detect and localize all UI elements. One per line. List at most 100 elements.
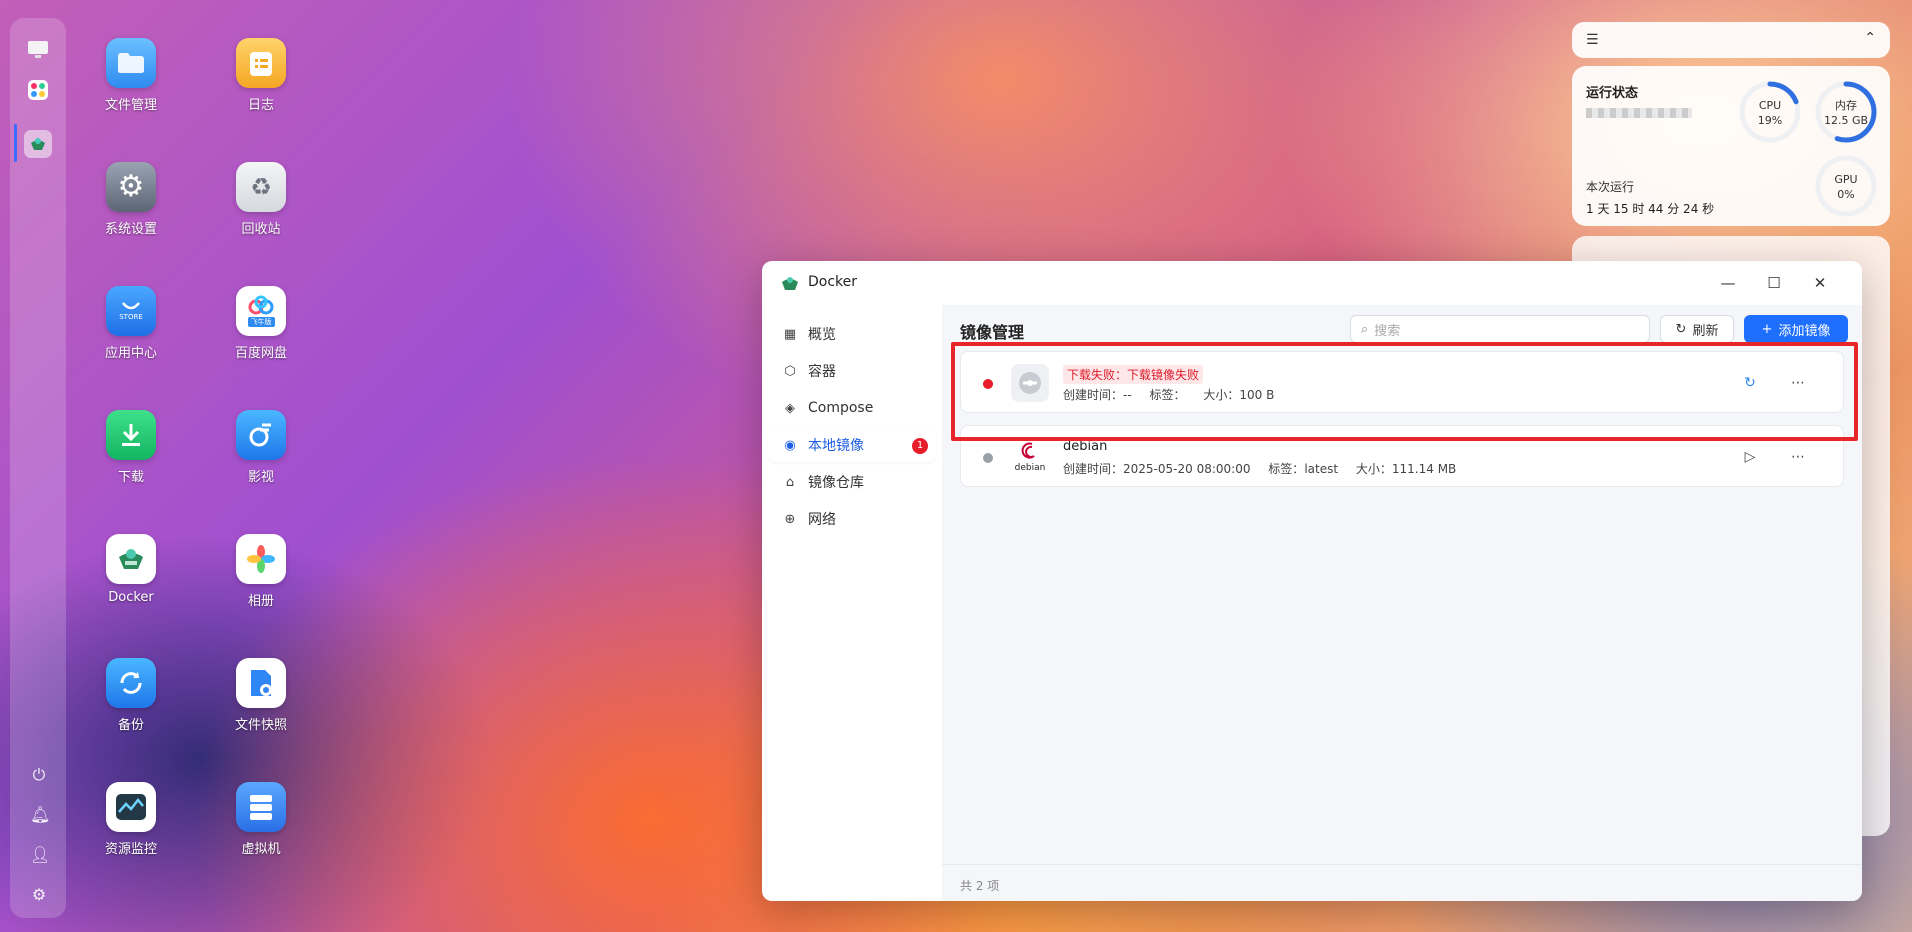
store-badge-text: STORE: [119, 313, 143, 321]
image-name: debian: [1063, 439, 1108, 454]
tag-value: latest: [1304, 462, 1339, 476]
refresh-label: 刷新: [1692, 323, 1719, 339]
window-titlebar[interactable]: Docker ✕ ☐ —: [762, 261, 1862, 305]
app-label: Docker: [108, 590, 154, 605]
dock: ⏻ 🔔︎ 👤︎ ⚙: [10, 18, 66, 918]
minimize-icon[interactable]: —: [1716, 271, 1740, 295]
created-value: --: [1123, 388, 1132, 402]
status-card: 运行状态 CPU 19% 内存 12.5 GB GPU 0% 本次运行 1 天 …: [1572, 66, 1890, 226]
retry-icon[interactable]: ↻: [1739, 372, 1761, 394]
layers-icon: ◈: [785, 400, 795, 416]
video-icon: [236, 410, 286, 460]
folder-icon: [106, 38, 156, 88]
created-value: 2025-05-20 08:00:00: [1123, 462, 1251, 476]
globe-icon: ⊕: [784, 511, 796, 527]
desktop-app-monitor[interactable]: 资源监控: [76, 782, 186, 857]
redacted-device-name: [1586, 108, 1692, 118]
tag-label: 标签：: [1268, 462, 1305, 476]
docker-dock-icon[interactable]: [24, 130, 52, 158]
nav-item-registry[interactable]: ⌂ 镜像仓库: [768, 465, 936, 499]
desktop-icon[interactable]: [24, 36, 52, 64]
dock-active-indicator: [14, 124, 17, 162]
plus-icon: +: [1761, 321, 1773, 337]
size-label: 大小：: [1355, 462, 1392, 476]
search-icon: ⌕: [1361, 321, 1369, 337]
settings-icon[interactable]: ⚙: [30, 886, 48, 904]
docker-window: Docker ✕ ☐ — ▦ 概览 ⬡ 容器 ◈ Compose ◉ 本地镜像 …: [762, 261, 1862, 901]
download-icon: [106, 410, 156, 460]
image-row-failed[interactable]: 下载失败：下载镜像失败 创建时间：-- 标签： 大小：100 B ↻ ⋯: [960, 351, 1844, 413]
app-label: 影视: [247, 470, 274, 485]
gear-icon: ⚙: [106, 162, 156, 212]
cube-icon: ⬡: [784, 363, 796, 379]
desktop-app-store[interactable]: STORE 应用中心: [76, 286, 186, 361]
nav-label: Compose: [808, 400, 874, 416]
desktop-app-files[interactable]: 文件管理: [76, 38, 186, 113]
image-management-panel: 镜像管理 ⌕ 搜索 ↻ 刷新 + 添加镜像 下载失败：下载镜像失败 创建时间：-…: [942, 305, 1862, 901]
collapse-icon[interactable]: ⌃: [1864, 30, 1876, 46]
desktop-app-video[interactable]: 影视: [206, 410, 316, 485]
desktop-app-backup[interactable]: 备份: [76, 658, 186, 733]
debian-logo-icon: debian: [1011, 438, 1049, 476]
gpu-value: 0%: [1837, 188, 1855, 201]
gpu-readout: GPU 0%: [1814, 172, 1878, 202]
error-tag: 下载失败：下载镜像失败: [1063, 365, 1204, 384]
created-label: 创建时间：: [1063, 388, 1124, 402]
desktop-app-docker[interactable]: Docker: [76, 534, 186, 605]
snapshot-icon: [236, 658, 286, 708]
add-image-button[interactable]: + 添加镜像: [1744, 315, 1848, 343]
widget-settings-icon[interactable]: ☰: [1586, 32, 1599, 48]
memory-readout: 内存 12.5 GB: [1814, 98, 1878, 128]
app-launcher-icon[interactable]: [24, 76, 52, 104]
cloud-drive-icon: 飞牛版: [236, 286, 286, 336]
tag-meta: 标签：: [1150, 388, 1186, 402]
app-label: 日志: [247, 98, 274, 113]
close-icon[interactable]: ✕: [1808, 271, 1832, 295]
widget-toolbar: ☰ ⌃: [1572, 22, 1890, 58]
desktop-app-vm[interactable]: 虚拟机: [206, 782, 316, 857]
local-images-count-badge: 1: [912, 438, 928, 454]
play-icon[interactable]: ▷: [1739, 446, 1761, 468]
app-label: 资源监控: [104, 842, 157, 857]
desktop-app-snapshot[interactable]: 文件快照: [206, 658, 316, 733]
cpu-label: CPU: [1758, 99, 1782, 112]
disk-icon: ◉: [784, 437, 796, 453]
add-image-label: 添加镜像: [1778, 323, 1831, 339]
page-title: 镜像管理: [960, 323, 1025, 342]
more-actions-icon[interactable]: ⋯: [1787, 372, 1809, 394]
image-row-debian[interactable]: debian debian 创建时间：2025-05-20 08:00:00 标…: [960, 425, 1844, 487]
more-actions-icon[interactable]: ⋯: [1787, 446, 1809, 468]
uptime-label: 本次运行: [1586, 180, 1635, 194]
desktop-app-baidu[interactable]: 飞牛版 百度网盘: [206, 286, 316, 361]
nav-item-compose[interactable]: ◈ Compose: [768, 391, 936, 425]
baidu-badge-text: 飞牛版: [247, 317, 275, 327]
desktop-app-recycle[interactable]: ♻ 回收站: [206, 162, 316, 237]
created-label: 创建时间：: [1063, 462, 1124, 476]
gpu-label: GPU: [1834, 173, 1858, 186]
app-label: 备份: [117, 718, 144, 733]
image-error: 下载失败：下载镜像失败: [1063, 365, 1204, 384]
image-meta: 创建时间：-- 标签： 大小：100 B: [1063, 386, 1288, 403]
created-meta: 创建时间：--: [1063, 388, 1132, 402]
app-label: 虚拟机: [241, 842, 281, 857]
nav-label: 容器: [808, 364, 836, 380]
uptime-value: 1 天 15 时 44 分 24 秒: [1586, 202, 1715, 216]
image-meta: 创建时间：2025-05-20 08:00:00 标签：latest 大小：11…: [1063, 460, 1470, 477]
nav-item-overview[interactable]: ▦ 概览: [768, 317, 936, 351]
nav-item-containers[interactable]: ⬡ 容器: [768, 354, 936, 388]
search-input[interactable]: ⌕ 搜索: [1350, 315, 1650, 343]
power-icon[interactable]: ⏻: [30, 766, 48, 784]
desktop-app-logs[interactable]: 日志: [206, 38, 316, 113]
desktop-app-settings[interactable]: ⚙ 系统设置: [76, 162, 186, 237]
nav-item-local-images[interactable]: ◉ 本地镜像 1: [768, 428, 936, 462]
nav-label: 本地镜像: [808, 438, 864, 454]
nav-item-network[interactable]: ⊕ 网络: [768, 502, 936, 536]
desktop-app-photos[interactable]: 相册: [206, 534, 316, 609]
status-title: 运行状态: [1586, 86, 1639, 101]
refresh-button[interactable]: ↻ 刷新: [1660, 315, 1734, 343]
desktop-app-download[interactable]: 下载: [76, 410, 186, 485]
recycle-bin-icon: ♻: [236, 162, 286, 212]
user-icon[interactable]: 👤︎: [30, 846, 50, 864]
maximize-icon[interactable]: ☐: [1762, 271, 1786, 295]
bell-icon[interactable]: 🔔︎: [30, 806, 50, 824]
